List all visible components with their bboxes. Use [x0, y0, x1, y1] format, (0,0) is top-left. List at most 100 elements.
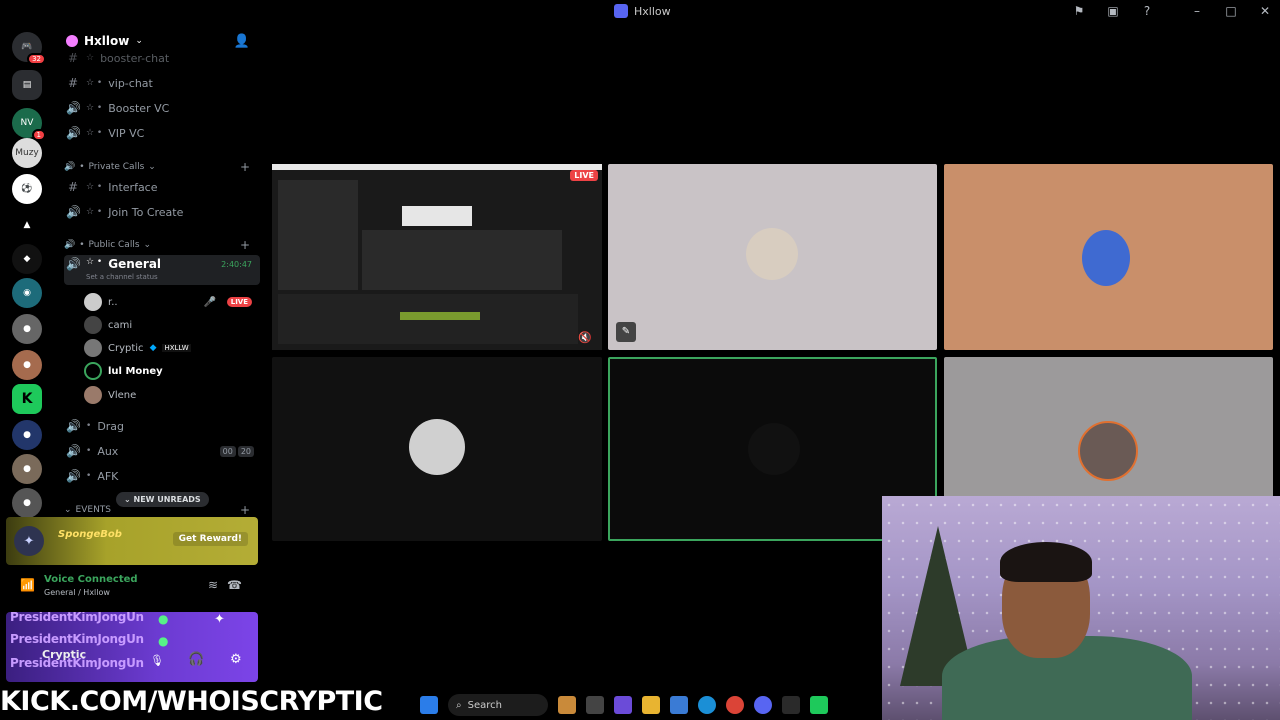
voice-user-2[interactable]: cami [84, 314, 260, 336]
category-private-calls[interactable]: 🔊 • Private Calls ⌄ + [64, 159, 260, 175]
task-view-icon[interactable] [586, 696, 604, 714]
channel-vip-vc[interactable]: 🔊 ☆ • VIP VC [64, 122, 260, 144]
channel-status[interactable]: Set a channel status [86, 273, 158, 281]
participant-tile-1[interactable]: ✎ [608, 164, 937, 350]
windows-start-icon[interactable] [420, 696, 438, 714]
taskbar-search[interactable]: ⌕ Search [448, 694, 548, 716]
guild-tag-icon: ◆ [149, 343, 157, 353]
avatar [84, 293, 102, 311]
chrome-icon[interactable] [726, 696, 744, 714]
text-channel-icon: # [67, 76, 79, 90]
server-nv-icon[interactable]: NV 1 [12, 108, 46, 141]
server-icon-10[interactable]: ● [12, 350, 42, 380]
server-icon-8[interactable]: ◉ [12, 278, 42, 308]
voice-channel-icon: 🔊 [66, 126, 81, 140]
channel-booster-chat[interactable]: # ☆ booster-chat [64, 52, 260, 64]
voice-user-1[interactable]: r.. 🎤 LIVE [84, 291, 260, 313]
add-channel-icon[interactable]: + [240, 160, 250, 174]
server-triangle-icon[interactable]: ▲ [12, 210, 42, 240]
home-discord-icon[interactable]: 🎮 32 [12, 32, 46, 65]
channel-afk[interactable]: 🔊 • AFK [64, 465, 260, 487]
screen-pane [362, 230, 562, 290]
text-channel-icon: # [67, 180, 79, 194]
server-icon-14[interactable]: ● [12, 488, 42, 518]
noise-suppression-icon[interactable]: ≋ [208, 578, 218, 592]
reward-logo: SpongeBob [58, 529, 122, 540]
chevron-down-icon: ⌄ [135, 36, 143, 46]
voice-user-4[interactable]: lul Money [84, 360, 260, 382]
voice-channel-icon: 🔊 [66, 469, 81, 483]
voice-connected-label[interactable]: Voice Connected [44, 574, 138, 585]
search-icon: ⌕ [456, 699, 462, 711]
soundboard-icon[interactable]: ✦ [214, 612, 225, 627]
timeline-clip [400, 312, 480, 320]
app-icon[interactable] [782, 696, 800, 714]
title-bar: Hxllow ⚑ ▣ ? – □ ✕ [0, 0, 1280, 24]
avatar [84, 316, 102, 334]
screen-dialog [402, 206, 472, 226]
kick-channel-overlay: KICK.COM/WHOISCRYPTIC [0, 686, 383, 717]
widgets-icon[interactable] [558, 696, 576, 714]
server-icon-9[interactable]: ● [12, 314, 42, 344]
avatar [1078, 421, 1138, 481]
participant-tile-2[interactable] [944, 164, 1273, 350]
person-hair [1000, 542, 1092, 582]
channel-interface[interactable]: # ☆ • Interface [64, 176, 260, 198]
invite-people-icon[interactable]: 👤 [234, 34, 250, 49]
disconnect-icon[interactable]: ☎ [227, 578, 242, 592]
channel-join-to-create[interactable]: 🔊 ☆ • Join To Create [64, 201, 260, 223]
get-reward-button[interactable]: Get Reward! [172, 532, 248, 546]
orb-icon: ✦ [14, 526, 44, 556]
voice-category-icon: 🔊 [64, 162, 76, 172]
server-icon-12[interactable]: ● [12, 420, 42, 450]
category-public-calls[interactable]: 🔊 • Public Calls ⌄ + [64, 237, 260, 253]
discord-icon[interactable] [754, 696, 772, 714]
mute-stream-icon[interactable]: 🔇 [578, 331, 592, 344]
settings-gear-icon[interactable]: ⚙ [230, 652, 242, 667]
server-muzy-icon[interactable]: Muzy [12, 138, 42, 168]
screen-share-tile[interactable]: LIVE 🔇 [272, 164, 602, 350]
help-icon[interactable]: ? [1140, 4, 1154, 18]
avatar [84, 362, 102, 380]
store-icon[interactable] [670, 696, 688, 714]
add-channel-icon[interactable]: + [240, 503, 250, 517]
file-explorer-icon[interactable] [642, 696, 660, 714]
direct-messages-icon[interactable]: ▤ [12, 70, 42, 100]
live-badge: LIVE [570, 170, 598, 181]
maximize-icon[interactable]: □ [1224, 4, 1238, 18]
avatar [746, 228, 798, 280]
add-channel-icon[interactable]: + [240, 238, 250, 252]
microphone-icon[interactable]: 🎙 [150, 654, 164, 667]
kick-app-icon[interactable] [810, 696, 828, 714]
muted-icon: 🎤 [203, 296, 216, 308]
copilot-icon[interactable] [614, 696, 632, 714]
new-unreads-button[interactable]: ⌄ NEW UNREADS [116, 492, 209, 507]
close-icon[interactable]: ✕ [1258, 4, 1272, 18]
minimize-icon[interactable]: – [1190, 4, 1204, 18]
inbox-flag-icon[interactable]: ⚑ [1072, 4, 1086, 18]
server-icon-7[interactable]: ◆ [12, 244, 42, 274]
channel-booster-vc[interactable]: 🔊 ☆ • Booster VC [64, 97, 260, 119]
voice-channel-icon: 🔊 [66, 257, 81, 271]
server-soccer-icon[interactable]: ⚽ [12, 174, 42, 204]
participant-tile-3[interactable] [272, 357, 602, 541]
server-kick-icon[interactable]: K [12, 384, 42, 414]
voice-user-5[interactable]: Vlene [84, 384, 260, 406]
channel-general[interactable]: 🔊 ☆ • General 2:40:47 Set a channel status [64, 255, 260, 285]
webcam-overlay [882, 496, 1280, 720]
user-panel: PresidentKimJongUn ● ✦ PresidentKimJongU… [6, 612, 258, 682]
avatar [84, 339, 102, 357]
server-icon-13[interactable]: ● [12, 454, 42, 484]
voice-user-3[interactable]: Cryptic ◆ HXLLW [84, 337, 260, 359]
channel-vip-chat[interactable]: # ☆ • vip-chat [64, 72, 260, 94]
edge-icon[interactable] [698, 696, 716, 714]
screen-pane [278, 180, 358, 290]
inbox-icon[interactable]: ▣ [1106, 4, 1120, 18]
voice-channel-icon: 🔊 [66, 101, 81, 115]
live-badge: LIVE [226, 297, 252, 307]
headphones-icon[interactable]: 🎧 [188, 652, 204, 667]
status-icon: ● [158, 634, 169, 648]
voice-channel-path[interactable]: General / Hxllow [44, 588, 110, 597]
channel-drag[interactable]: 🔊 • Drag [64, 415, 260, 437]
channel-aux[interactable]: 🔊 • Aux 00 20 [64, 440, 260, 462]
